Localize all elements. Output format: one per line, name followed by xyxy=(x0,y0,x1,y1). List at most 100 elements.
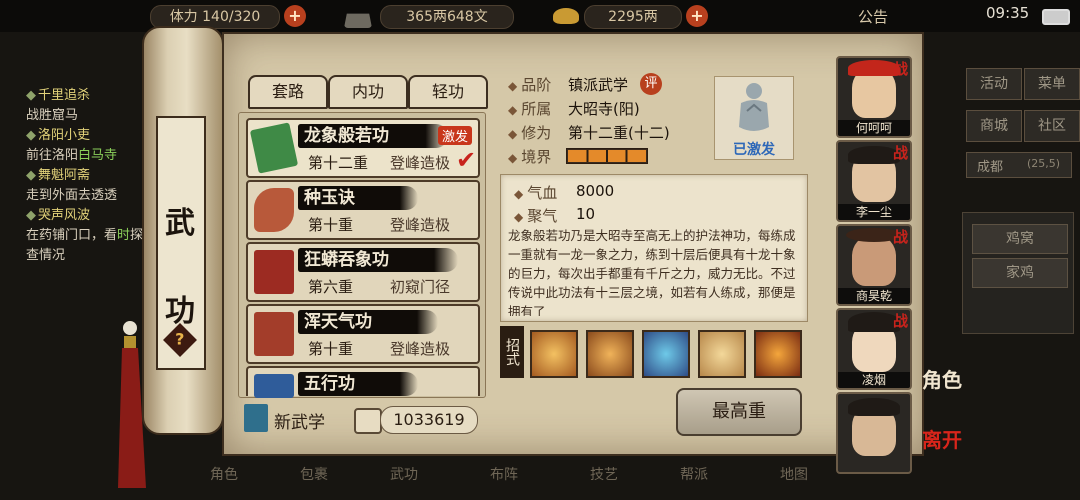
quest-desc: 在药铺门口，看时探查情况 xyxy=(26,228,144,263)
hp-label: 气血 xyxy=(514,182,557,203)
location-bar: 成都 (25,5) xyxy=(966,152,1072,178)
skill-points: 1033619 xyxy=(380,406,478,434)
notice-button[interactable]: 公告 xyxy=(858,6,888,27)
skill-scroll-icon xyxy=(254,188,294,232)
grade-value: 镇派武学 xyxy=(568,76,629,94)
school-value: 大昭寺(阳) xyxy=(568,100,640,118)
quest-title: 千里追杀 xyxy=(26,86,146,106)
bottom-nav: 角色 包裹 武功 布阵 技艺 帮派 地图 xyxy=(200,456,900,500)
tab-routines[interactable]: 套路 xyxy=(248,75,328,109)
nav-craft[interactable]: 技艺 xyxy=(590,464,618,484)
nav-guild[interactable]: 帮派 xyxy=(680,464,708,484)
skill-book-icon xyxy=(254,250,294,294)
activated-badge: 激发 xyxy=(438,126,473,145)
character-card[interactable] xyxy=(836,392,912,474)
moves-label: 招式 xyxy=(500,326,524,378)
add-stamina-button[interactable]: + xyxy=(284,5,306,27)
skill-item[interactable]: 狂蟒吞象功 第六重 初窥门径 xyxy=(246,242,480,302)
nav-bag[interactable]: 包裹 xyxy=(300,464,328,484)
location-nest[interactable]: 鸡窝 xyxy=(972,224,1068,254)
nav-skill[interactable]: 武功 xyxy=(390,464,418,484)
character-name: 商昊乾 xyxy=(838,288,910,304)
realm-label: 境界 xyxy=(508,146,551,167)
grade-label: 品阶 xyxy=(508,74,551,95)
cultivation-label: 修为 xyxy=(508,122,551,143)
checkmark-icon: ✔ xyxy=(456,146,477,174)
qi-label: 聚气 xyxy=(514,205,557,226)
skill-mastery: 初窥门径 xyxy=(390,278,451,296)
battle-tag: 战 xyxy=(893,60,909,78)
skill-name: 龙象般若功 xyxy=(304,126,389,146)
quest-desc: 走到外面去透透 xyxy=(26,188,118,203)
skill-item[interactable]: 龙象般若功 激发 第十二重 登峰造极 ✔ xyxy=(246,118,480,178)
character-name: 何呵呵 xyxy=(838,120,910,136)
quest-desc: 前往洛阳白马寺 xyxy=(26,148,118,163)
new-skill-button[interactable]: 新武学 xyxy=(274,408,325,433)
quest-title: 洛阳小吏 xyxy=(26,126,146,146)
school-label: 所属 xyxy=(508,98,551,119)
add-gold-button[interactable]: + xyxy=(686,5,708,27)
move-slot-1[interactable] xyxy=(530,330,578,378)
move-slot-3[interactable] xyxy=(642,330,690,378)
avatar-frame: 已激发 xyxy=(714,76,794,160)
skill-book-icon xyxy=(249,122,299,174)
battery-icon xyxy=(1042,9,1070,25)
skill-mastery: 登峰造极 xyxy=(390,216,451,234)
battle-tag: 战 xyxy=(893,228,909,246)
leave-button[interactable]: 离开 xyxy=(922,424,962,453)
nav-map[interactable]: 地图 xyxy=(780,464,808,484)
mall-button[interactable]: 商城 xyxy=(966,110,1022,142)
activity-button[interactable]: 活动 xyxy=(966,68,1022,100)
skill-item[interactable]: 种玉诀 第十重 登峰造极 xyxy=(246,180,480,240)
clock: 09:35 xyxy=(986,4,1030,22)
quest-desc: 战胜窟马 xyxy=(26,108,79,123)
realm-fill xyxy=(568,150,646,162)
nav-formation[interactable]: 布阵 xyxy=(490,464,518,484)
skill-level: 第六重 xyxy=(308,278,354,296)
tab-internal[interactable]: 内功 xyxy=(328,75,408,109)
character-name: 凌烟 xyxy=(838,372,910,388)
move-slot-5[interactable] xyxy=(754,330,802,378)
quest-log[interactable]: 千里追杀 战胜窟马 洛阳小吏 前往洛阳白马寺 舞魁阿斋 走到外面去透透 哭声风波… xyxy=(26,86,146,266)
skill-mastery: 登峰造极 xyxy=(390,340,451,358)
battle-tag: 战 xyxy=(893,144,909,162)
gold-ingot-icon xyxy=(553,8,579,24)
move-slot-2[interactable] xyxy=(586,330,634,378)
skill-item[interactable]: 浑天气功 第十重 登峰造极 xyxy=(246,304,480,364)
review-badge[interactable]: 评 xyxy=(640,73,662,95)
tab-lightness[interactable]: 轻功 xyxy=(408,75,488,109)
hp-value: 8000 xyxy=(576,182,615,200)
location-chicken[interactable]: 家鸡 xyxy=(972,258,1068,288)
skill-level: 第十重 xyxy=(308,340,354,358)
skill-book-icon xyxy=(254,312,294,356)
city-name: 成都 xyxy=(977,160,1004,175)
skill-name: 种玉诀 xyxy=(304,188,355,208)
skill-description: 龙象般若功乃是大昭寺至高无上的护法神功，每练成一重就有一龙一象之力，练到十层后便… xyxy=(508,228,796,316)
realm-bar xyxy=(566,148,648,164)
character-avatar xyxy=(852,236,896,286)
skill-mastery: 登峰造极 xyxy=(390,154,451,172)
skill-level: 第十二重 xyxy=(308,154,369,172)
tassel-icon xyxy=(118,321,146,488)
community-button[interactable]: 社区 xyxy=(1024,110,1080,142)
coordinates: (25,5) xyxy=(1027,157,1061,170)
skill-name: 五行功 xyxy=(304,374,355,394)
skill-book-icon xyxy=(254,374,294,398)
cultivation-value: 第十二重(十二) xyxy=(568,124,670,142)
skill-item[interactable]: 五行功 xyxy=(246,366,480,398)
menu-button[interactable]: 菜单 xyxy=(1024,68,1080,100)
gold-display: 2295两 xyxy=(584,5,682,29)
activated-label: 已激发 xyxy=(733,142,775,158)
move-slot-4[interactable] xyxy=(698,330,746,378)
money-display: 365两648文 xyxy=(380,5,514,29)
quest-title: 哭声风波 xyxy=(26,206,146,226)
battle-tag: 战 xyxy=(893,312,909,330)
skill-level: 第十重 xyxy=(308,216,354,234)
meditating-monk-icon xyxy=(739,83,769,131)
new-skill-icon xyxy=(244,404,268,432)
quest-title: 舞魁阿斋 xyxy=(26,166,146,186)
role-button[interactable]: 角色 xyxy=(922,364,962,393)
skill-name: 狂蟒吞象功 xyxy=(304,250,389,270)
nav-role[interactable]: 角色 xyxy=(210,464,238,484)
max-level-button[interactable]: 最高重 xyxy=(676,388,802,436)
